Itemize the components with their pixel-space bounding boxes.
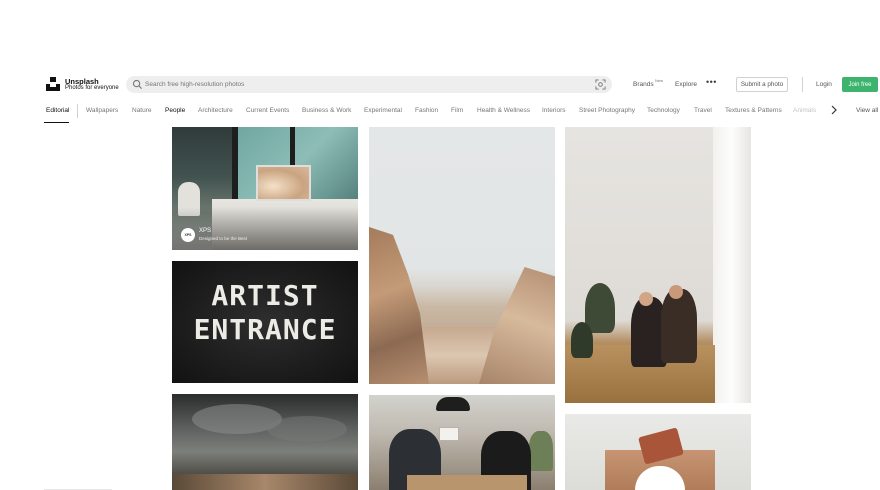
photo-desert-rocks[interactable] bbox=[369, 127, 555, 384]
topic-experimental[interactable]: Experimental bbox=[364, 107, 402, 114]
sign-text-line2: ENTRANCE bbox=[193, 313, 337, 346]
tab-editorial[interactable]: Editorial bbox=[46, 107, 69, 114]
topics-nav: Editorial Wallpapers Nature People Archi… bbox=[0, 100, 880, 124]
submit-photo-button[interactable]: Submit a photo bbox=[736, 77, 788, 92]
top-navigation-bar: Unsplash Photos for everyone Brands New … bbox=[0, 70, 880, 100]
search-bar bbox=[126, 76, 612, 93]
topic-fashion[interactable]: Fashion bbox=[415, 107, 438, 114]
topic-nature[interactable]: Nature bbox=[132, 107, 152, 114]
visual-search-icon[interactable] bbox=[595, 79, 606, 90]
topic-street-photography[interactable]: Street Photography bbox=[579, 107, 635, 114]
more-menu-icon[interactable]: ••• bbox=[706, 77, 717, 87]
topics-separator bbox=[77, 104, 78, 118]
laptop-image bbox=[256, 165, 311, 201]
topic-business-work[interactable]: Business & Work bbox=[302, 107, 351, 114]
photo-women-on-floor[interactable] bbox=[565, 127, 751, 403]
topic-people[interactable]: People bbox=[165, 107, 185, 114]
brands-link[interactable]: Brands bbox=[633, 81, 654, 88]
topic-health-wellness[interactable]: Health & Wellness bbox=[477, 107, 530, 114]
photo-artist-entrance[interactable]: ARTIST ENTRANCE bbox=[172, 261, 358, 383]
sponsor-avatar[interactable]: XPS bbox=[181, 228, 195, 242]
topic-architecture[interactable]: Architecture bbox=[198, 107, 233, 114]
join-free-button[interactable]: Join free bbox=[842, 77, 878, 92]
topic-current-events[interactable]: Current Events bbox=[246, 107, 289, 114]
header-divider bbox=[802, 77, 803, 92]
unsplash-logo-icon[interactable] bbox=[46, 77, 60, 91]
explore-link[interactable]: Explore bbox=[675, 81, 697, 88]
active-tab-underline bbox=[44, 122, 69, 123]
topic-animals[interactable]: Animals bbox=[793, 107, 817, 114]
photo-stormy-sky[interactable] bbox=[172, 394, 358, 490]
topic-technology[interactable]: Technology bbox=[647, 107, 680, 114]
photo-building-sign[interactable] bbox=[565, 414, 751, 490]
topic-travel[interactable]: Travel bbox=[694, 107, 712, 114]
search-input[interactable] bbox=[144, 76, 584, 93]
login-link[interactable]: Login bbox=[816, 81, 832, 88]
topic-film[interactable]: Film bbox=[451, 107, 463, 114]
new-badge: New bbox=[655, 78, 664, 83]
sponsor-name[interactable]: XPS bbox=[199, 228, 211, 234]
sign-text-line1: ARTIST bbox=[211, 279, 319, 312]
search-icon[interactable] bbox=[132, 79, 143, 90]
chevron-right-icon[interactable] bbox=[830, 105, 838, 115]
sponsor-tagline: Designed to be the Best bbox=[199, 236, 248, 241]
view-all-link[interactable]: View all bbox=[856, 107, 878, 114]
topic-wallpapers[interactable]: Wallpapers bbox=[86, 107, 118, 114]
brand-tagline: Photos for everyone bbox=[65, 85, 119, 91]
photo-sponsored-laptop[interactable]: XPS XPS Designed to be the Best bbox=[172, 127, 358, 250]
photo-couple-at-table[interactable] bbox=[369, 395, 555, 490]
topic-textures-patterns[interactable]: Textures & Patterns bbox=[725, 107, 782, 114]
topic-interiors[interactable]: Interiors bbox=[542, 107, 565, 114]
